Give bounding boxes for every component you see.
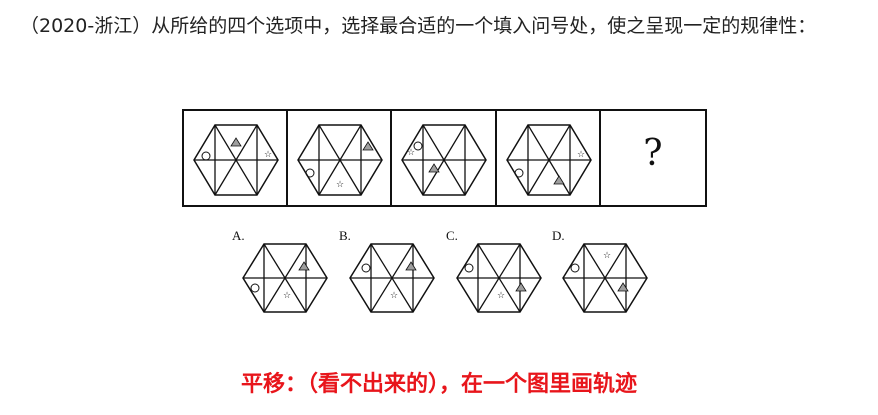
star-icon: ☆ — [283, 291, 291, 301]
star-icon: ☆ — [603, 251, 611, 261]
question-figure-row: ☆ ☆ ☆ ☆ ? — [182, 109, 707, 207]
option-a[interactable]: A. ☆ — [232, 228, 332, 318]
star-icon: ☆ — [336, 180, 344, 190]
circle-icon — [464, 263, 474, 273]
circle-icon — [413, 141, 423, 151]
circle-icon — [361, 263, 371, 273]
hexagon-figure-3: ☆ — [401, 124, 488, 196]
figure-2: ☆ — [288, 111, 393, 205]
option-a-hexagon: ☆ — [242, 243, 328, 313]
option-c[interactable]: C. ☆ — [446, 228, 546, 318]
star-icon: ☆ — [264, 150, 272, 160]
triangle-icon — [405, 261, 417, 271]
hexagon-figure-2: ☆ — [297, 124, 384, 196]
star-icon: ☆ — [407, 148, 415, 158]
hexagon-figure-1: ☆ — [193, 124, 279, 196]
circle-icon — [570, 263, 580, 273]
triangle-icon — [552, 175, 565, 185]
option-b[interactable]: B. ☆ — [339, 228, 439, 318]
triangle-icon — [428, 163, 441, 173]
triangle-icon — [230, 137, 242, 147]
circle-icon — [305, 168, 315, 178]
star-icon: ☆ — [497, 291, 505, 301]
figure-5-unknown: ? — [601, 111, 705, 205]
triangle-icon — [515, 282, 527, 292]
option-c-hexagon: ☆ — [456, 243, 542, 313]
triangle-icon — [298, 261, 310, 271]
question-text: （2020-浙江）从所给的四个选项中，选择最合适的一个填入问号处，使之呈现一定的… — [20, 15, 817, 37]
circle-icon — [514, 168, 524, 178]
figure-4: ☆ — [497, 111, 601, 205]
circle-icon — [201, 151, 211, 161]
figure-1: ☆ — [184, 111, 289, 205]
question-mark: ? — [643, 133, 663, 174]
annotation-note: 平移：（看不出来的），在一个图里画轨迹 — [240, 372, 637, 397]
star-icon: ☆ — [577, 150, 585, 160]
hexagon-figure-4: ☆ — [505, 124, 592, 196]
figure-3: ☆ — [392, 111, 497, 205]
option-d[interactable]: D. ☆ — [552, 228, 652, 318]
option-b-hexagon: ☆ — [349, 243, 435, 313]
circle-icon — [250, 283, 260, 293]
star-icon: ☆ — [390, 291, 398, 301]
option-d-hexagon: ☆ — [562, 243, 648, 313]
